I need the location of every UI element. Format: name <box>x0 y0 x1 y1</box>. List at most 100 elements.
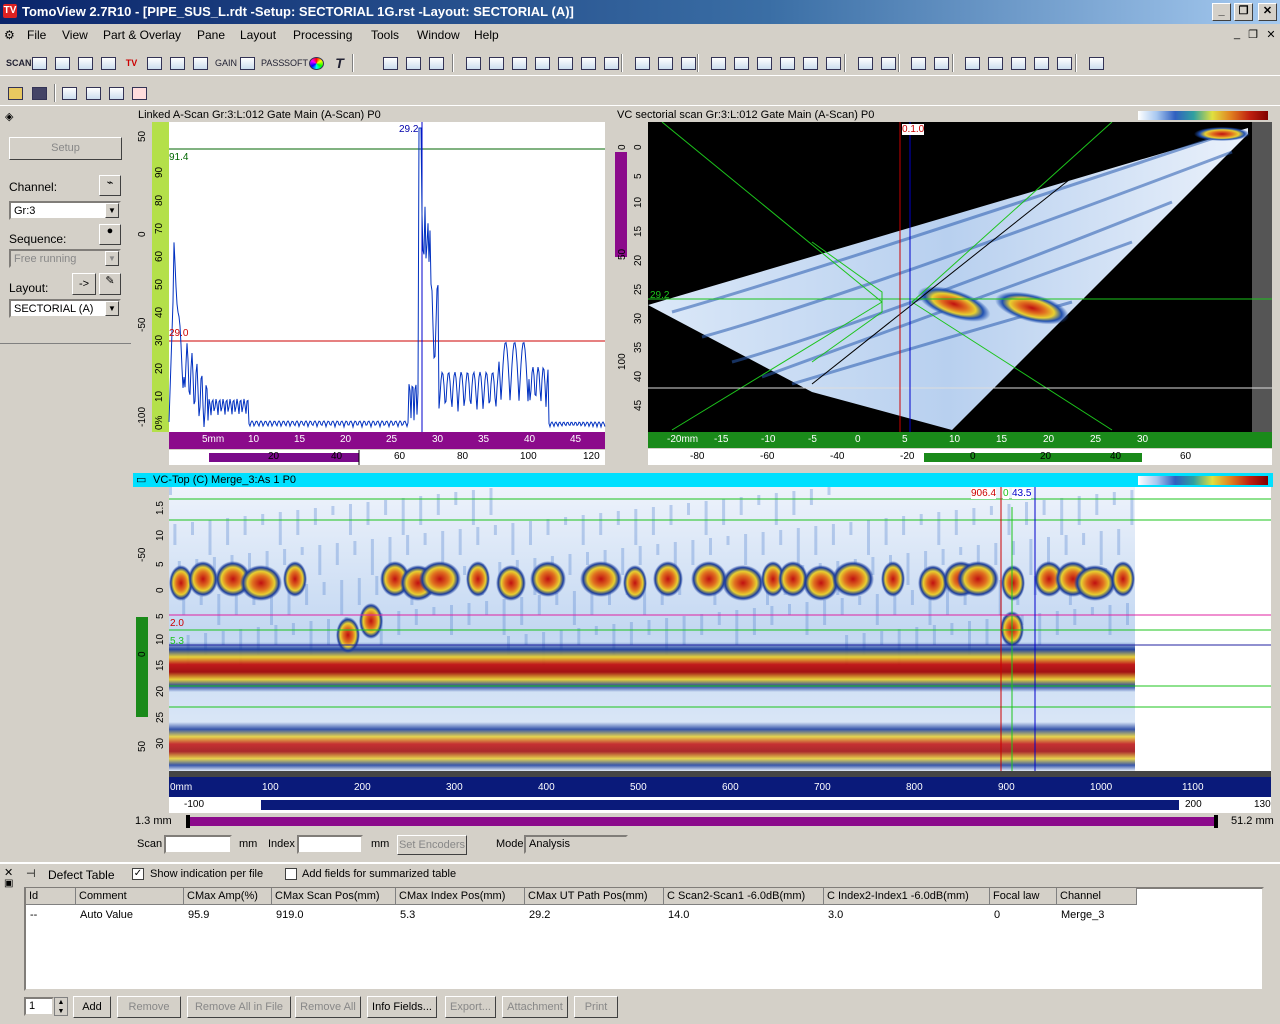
toolbar-button-icon-36[interactable] <box>908 53 929 73</box>
mdi-close-icon[interactable]: ✕ <box>1264 28 1278 41</box>
menu-pane[interactable]: Pane <box>197 28 225 42</box>
toolbar-button-icon-10[interactable] <box>237 53 258 73</box>
toolbar-button-icon-9[interactable]: GAIN <box>214 53 237 73</box>
defect-button-2[interactable]: Remove All in File <box>187 996 291 1018</box>
cscan-pane[interactable] <box>133 487 1273 832</box>
toolbar-button-icon-12[interactable]: SOFT <box>283 53 308 73</box>
defect-cell[interactable]: Merge_3 <box>1061 909 1104 921</box>
toolbar-button-icon-18[interactable] <box>463 53 484 73</box>
toolbar-button-icon-2[interactable] <box>52 53 73 73</box>
toolbar-button-icon-3[interactable] <box>75 53 96 73</box>
menu-view[interactable]: View <box>62 28 88 42</box>
ascan-pane[interactable] <box>133 122 607 467</box>
toolbar-button-icon-1[interactable] <box>29 53 50 73</box>
defect-col-header[interactable]: Id <box>26 888 76 905</box>
toolbar-button-icon-11[interactable]: PASS <box>260 53 284 73</box>
menu-tools[interactable]: Tools <box>371 28 399 42</box>
toolbar-button-icon-21[interactable] <box>532 53 553 73</box>
toolbar-button-icon-15[interactable] <box>380 53 401 73</box>
spinner-arrows-icon[interactable]: ▲ ▼ <box>54 997 68 1016</box>
toolbar-button-icon-38[interactable] <box>962 53 983 73</box>
defect-cell[interactable]: 5.3 <box>400 909 415 921</box>
mdi-restore-icon[interactable]: ❐ <box>1246 28 1260 41</box>
defect-button-0[interactable]: Add <box>73 996 111 1018</box>
defect-cell[interactable]: Auto Value <box>80 909 133 921</box>
layout-edit-icon[interactable]: ✎ <box>99 273 121 295</box>
toolbar-button-icon-14[interactable]: T <box>329 53 350 73</box>
spinner-input[interactable]: 1 <box>24 997 54 1016</box>
defect-cell[interactable]: 3.0 <box>828 909 843 921</box>
save-icon[interactable] <box>29 83 50 103</box>
toolbar-button-icon-33[interactable] <box>823 53 844 73</box>
close-button[interactable]: ✕ <box>1258 3 1277 21</box>
open-folder-icon[interactable] <box>5 83 26 103</box>
sequence-icon[interactable]: ● <box>99 224 121 245</box>
defect-cell[interactable]: 0 <box>994 909 1000 921</box>
toolbar-button-icon-40[interactable] <box>1008 53 1029 73</box>
toolbar-button-icon-23[interactable] <box>578 53 599 73</box>
defect-col-header[interactable]: C Index2-Index1 -6.0dB(mm) <box>824 888 990 905</box>
channel-select[interactable]: Gr:3 ▼ <box>9 201 121 220</box>
app-menu-icon[interactable]: ⚙ <box>4 28 15 42</box>
show-indication-checkbox[interactable]: ✓ <box>132 868 144 880</box>
layout-horizontal-icon[interactable] <box>83 83 104 103</box>
pin-icon[interactable]: ⊣ <box>26 867 36 880</box>
defect-cell[interactable]: 95.9 <box>188 909 209 921</box>
toolbar-button-icon-34[interactable] <box>855 53 876 73</box>
menu-window[interactable]: Window <box>417 28 460 42</box>
toolbar-button-icon-37[interactable] <box>931 53 952 73</box>
defect-col-header[interactable]: CMax Scan Pos(mm) <box>272 888 396 905</box>
defect-col-header[interactable]: Channel <box>1057 888 1137 905</box>
defect-col-header[interactable]: CMax Index Pos(mm) <box>396 888 525 905</box>
toolbar-button-icon-0[interactable]: SCAN <box>5 53 32 73</box>
toolbar-button-icon-17[interactable] <box>426 53 447 73</box>
toolbar-button-icon-30[interactable] <box>754 53 775 73</box>
defect-button-1[interactable]: Remove <box>117 996 181 1018</box>
toolbar-button-icon-19[interactable] <box>486 53 507 73</box>
scan-input[interactable] <box>164 835 232 854</box>
toolbar-button-icon-29[interactable] <box>731 53 752 73</box>
toolbar-button-icon-27[interactable] <box>678 53 699 73</box>
toolbar-button-icon-7[interactable] <box>167 53 188 73</box>
layout-vertical-icon[interactable] <box>106 83 127 103</box>
chevron-down-icon[interactable]: ▼ <box>105 301 119 316</box>
menu-file[interactable]: File <box>27 28 46 42</box>
defect-button-4[interactable]: Info Fields... <box>367 996 437 1018</box>
toolbar-button-icon-35[interactable] <box>878 53 899 73</box>
pin-icon[interactable]: ◈ <box>5 110 13 123</box>
channel-ut-icon[interactable]: ⌁ <box>99 175 121 196</box>
defect-col-header[interactable]: CMax Amp(%) <box>184 888 272 905</box>
toolbar-button-icon-26[interactable] <box>655 53 676 73</box>
toolbar-button-icon-39[interactable] <box>985 53 1006 73</box>
chevron-down-icon[interactable]: ▼ <box>105 203 119 218</box>
defect-col-header[interactable]: Comment <box>76 888 184 905</box>
toolbar-button-icon-42[interactable] <box>1054 53 1075 73</box>
index-input[interactable] <box>297 835 363 854</box>
setup-button[interactable]: Setup <box>9 137 122 160</box>
toolbar-button-icon-22[interactable] <box>555 53 576 73</box>
toolbar-button-icon-4[interactable] <box>98 53 119 73</box>
dock-icon[interactable]: ▣ <box>4 878 13 889</box>
defect-cell[interactable]: -- <box>30 909 37 921</box>
toolbar-button-icon-28[interactable] <box>708 53 729 73</box>
menu-part-overlay[interactable]: Part & Overlay <box>103 28 181 42</box>
layout-select[interactable]: SECTORIAL (A) ▼ <box>9 299 121 318</box>
defect-button-6[interactable]: Attachment <box>502 996 568 1018</box>
menu-help[interactable]: Help <box>474 28 499 42</box>
toolbar-button-icon-41[interactable] <box>1031 53 1052 73</box>
defect-button-3[interactable]: Remove All <box>295 996 361 1018</box>
add-fields-checkbox[interactable] <box>285 868 297 880</box>
menu-layout[interactable]: Layout <box>240 28 276 42</box>
defect-col-header[interactable]: Focal law <box>990 888 1057 905</box>
defect-cell[interactable]: 14.0 <box>668 909 689 921</box>
layout-split-icon[interactable] <box>59 83 80 103</box>
toolbar-button-icon-6[interactable] <box>144 53 165 73</box>
mdi-minimize-icon[interactable]: _ <box>1230 28 1244 40</box>
defect-button-5[interactable]: Export... <box>445 996 496 1018</box>
layout-apply-button[interactable]: -> <box>72 273 96 295</box>
restore-button[interactable]: ❐ <box>1234 3 1253 21</box>
minimize-button[interactable]: _ <box>1212 3 1231 21</box>
menu-processing[interactable]: Processing <box>293 28 352 42</box>
toolbar-button-icon-16[interactable] <box>403 53 424 73</box>
cscan-scroll-thumb[interactable] <box>261 800 1179 810</box>
